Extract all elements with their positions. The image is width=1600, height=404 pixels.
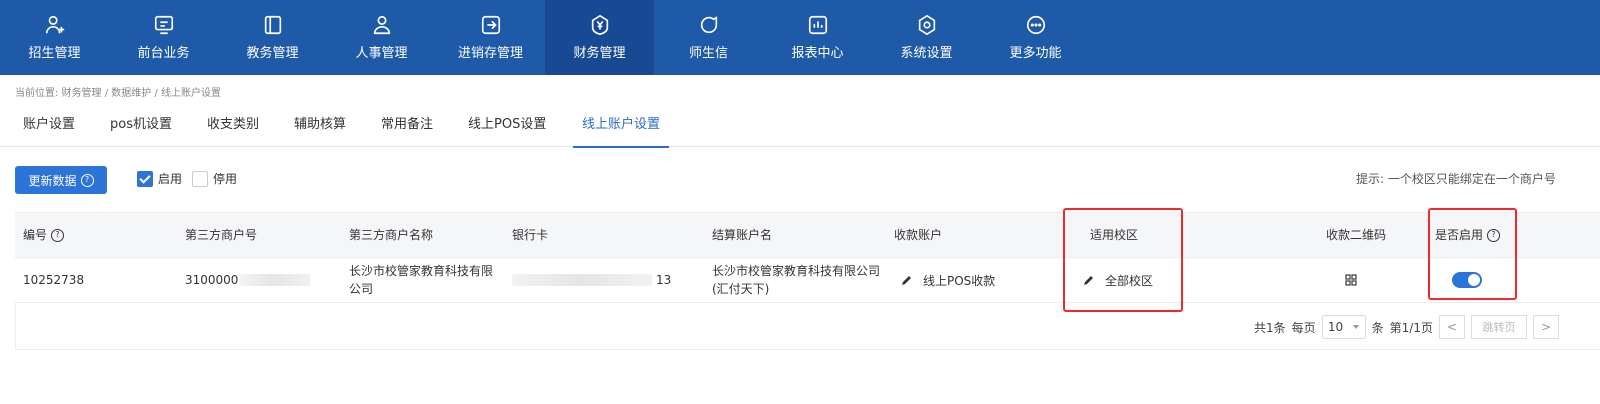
- chat-icon: [698, 14, 720, 36]
- highlight-box-campus: [1063, 208, 1183, 312]
- settings-icon: [916, 14, 938, 36]
- nav-label: 财务管理: [573, 46, 626, 61]
- tab-account-settings[interactable]: 账户设置: [23, 104, 75, 146]
- nav-item-front-desk[interactable]: 前台业务: [109, 0, 218, 75]
- header-account: 收款账户: [894, 228, 943, 242]
- header-merchant-name: 第三方商户名称: [349, 228, 434, 242]
- cell-bank-card: 13: [512, 258, 671, 302]
- pencil-icon: [902, 276, 911, 285]
- nav-label: 系统设置: [900, 46, 953, 61]
- header-id: 编号?: [23, 213, 65, 257]
- tab-auxiliary[interactable]: 辅助核算: [294, 104, 346, 146]
- caret-down-icon: [1353, 325, 1360, 329]
- disabled-checkbox[interactable]: 停用: [192, 170, 237, 187]
- accounts-table: 编号? 第三方商户号 第三方商户名称 银行卡 结算账户名 收款账户 适用校区 收…: [15, 212, 1600, 350]
- jump-page-input[interactable]: 跳转页: [1471, 315, 1527, 339]
- bar-chart-icon: [807, 14, 829, 36]
- header-bank-card: 银行卡: [512, 228, 549, 242]
- enabled-checkbox[interactable]: 启用: [137, 170, 182, 187]
- per-page-select[interactable]: 10: [1321, 315, 1366, 339]
- nav-item-messaging[interactable]: 师生信: [654, 0, 763, 75]
- prev-page-button[interactable]: <: [1439, 315, 1465, 339]
- nav-item-hr[interactable]: 人事管理: [327, 0, 436, 75]
- disabled-label: 停用: [213, 172, 238, 186]
- hint-text: 提示: 一个校区只能绑定在一个商户号: [1356, 172, 1556, 186]
- total-count: 共1条: [1254, 320, 1286, 335]
- nav-item-reports[interactable]: 报表中心: [763, 0, 872, 75]
- nav-item-more[interactable]: 更多功能: [981, 0, 1090, 75]
- cell-merchant-no: 3100000: [185, 258, 311, 302]
- redacted-block: [240, 274, 311, 286]
- table-header: 编号? 第三方商户号 第三方商户名称 银行卡 结算账户名 收款账户 适用校区 收…: [15, 212, 1600, 258]
- help-icon: ?: [51, 228, 65, 242]
- cell-merchant-name: 长沙市校管家教育科技有限公司: [349, 264, 494, 296]
- enabled-label: 启用: [158, 172, 183, 186]
- nav-label: 报表中心: [791, 46, 844, 61]
- per-page-label: 每页: [1291, 320, 1316, 335]
- login-box-icon: [480, 14, 502, 36]
- page-indicator: 第1/1页: [1389, 320, 1433, 335]
- checkbox-unchecked-icon: [192, 170, 208, 187]
- header-qrcode: 收款二维码: [1326, 228, 1387, 242]
- tab-income-expense[interactable]: 收支类别: [207, 104, 259, 146]
- monitor-icon: [153, 14, 175, 36]
- nav-label: 进销存管理: [457, 46, 523, 61]
- nav-item-finance[interactable]: 财务管理: [545, 0, 654, 75]
- nav-item-academic[interactable]: 教务管理: [218, 0, 327, 75]
- nav-item-inventory[interactable]: 进销存管理: [436, 0, 545, 75]
- refresh-data-button[interactable]: 更新数据 ?: [15, 166, 107, 194]
- nav-label: 人事管理: [355, 46, 408, 61]
- cell-settle-name: 长沙市校管家教育科技有限公司(汇付天下): [712, 264, 881, 296]
- tab-bar: 账户设置 pos机设置 收支类别 辅助核算 常用备注 线上POS设置 线上账户设…: [0, 104, 1600, 148]
- nav-label: 师生信: [688, 46, 728, 61]
- tab-online-account[interactable]: 线上账户设置: [573, 104, 670, 148]
- header-settle-name: 结算账户名: [712, 228, 773, 242]
- breadcrumb: 当前位置: 财务管理 / 数据维护 / 线上账户设置: [15, 88, 222, 99]
- nav-item-enrollment[interactable]: 招生管理: [0, 0, 109, 75]
- unit-label: 条: [1371, 320, 1384, 335]
- nav-label: 教务管理: [246, 46, 299, 61]
- table-row: 10252738 3100000 长沙市校管家教育科技有限公司 13 长沙市校管…: [15, 258, 1600, 303]
- cell-qrcode[interactable]: [1345, 258, 1357, 302]
- tab-common-notes[interactable]: 常用备注: [381, 104, 433, 146]
- nav-label: 更多功能: [1009, 46, 1062, 61]
- tab-online-pos[interactable]: 线上POS设置: [468, 104, 546, 146]
- checkbox-checked-icon: [137, 170, 153, 187]
- person-add-icon: [44, 14, 66, 36]
- cell-id: 10252738: [23, 273, 85, 287]
- pagination-row: 共1条 每页 10 条 第1/1页 < 跳转页 >: [15, 303, 1600, 350]
- cell-account[interactable]: 线上POS收款: [901, 258, 995, 302]
- header-merchant-no: 第三方商户号: [185, 228, 258, 242]
- qrcode-icon: [1345, 274, 1357, 286]
- yen-shield-icon: [589, 14, 611, 36]
- nav-item-settings[interactable]: 系统设置: [872, 0, 981, 75]
- redacted-block: [512, 274, 652, 286]
- nav-label: 招生管理: [28, 46, 81, 61]
- refresh-label: 更新数据: [28, 173, 77, 188]
- book-icon: [262, 14, 284, 36]
- highlight-box-enabled: [1428, 208, 1517, 300]
- tab-pos-settings[interactable]: pos机设置: [110, 104, 172, 146]
- person-icon: [371, 14, 393, 36]
- pagination: 共1条 每页 10 条 第1/1页 < 跳转页 >: [1254, 315, 1559, 339]
- next-page-button[interactable]: >: [1533, 315, 1559, 339]
- nav-label: 前台业务: [137, 46, 190, 61]
- top-nav: 招生管理 前台业务 教务管理 人事管理 进销存管理 财务管理 师生信 报表中心 …: [0, 0, 1600, 75]
- more-icon: [1025, 14, 1047, 36]
- help-icon: ?: [80, 173, 94, 187]
